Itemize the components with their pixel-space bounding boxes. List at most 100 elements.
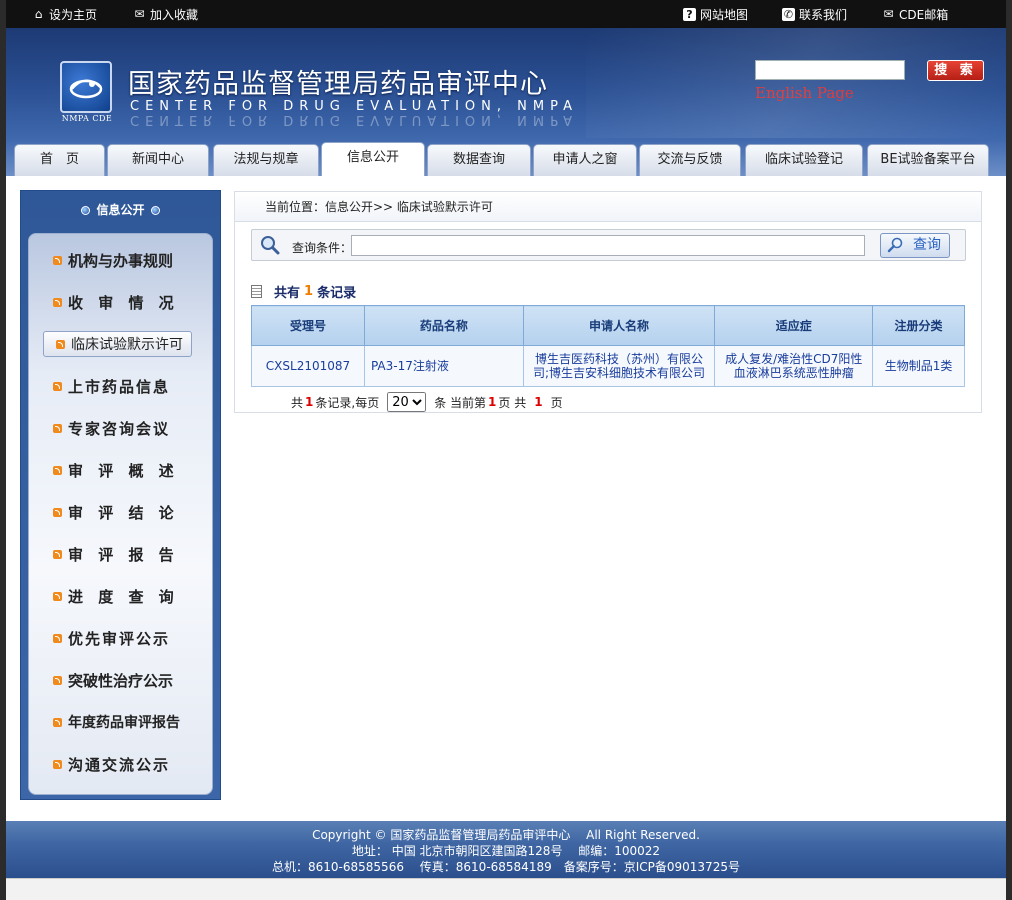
- tab-clinical-trial-registration[interactable]: 临床试验登记: [745, 144, 863, 176]
- bullet-icon: [150, 206, 160, 215]
- document-icon: [251, 285, 262, 298]
- column-header[interactable]: 适应症: [714, 305, 874, 346]
- tab-info-disclosure[interactable]: 信息公开: [321, 142, 425, 176]
- tab-feedback[interactable]: 交流与反馈: [639, 144, 741, 176]
- sidebar-item-label: 上市药品信息: [68, 377, 171, 396]
- mail-icon: ✉: [883, 7, 894, 21]
- rss-icon: [53, 507, 62, 517]
- sidebar-item-communication[interactable]: 沟通交流公示: [29, 750, 214, 778]
- sitemap-label: 网站地图: [700, 8, 749, 22]
- sidebar-item-expert-meetings[interactable]: 专家咨询会议: [29, 414, 214, 442]
- page: ⌂ 设为主页 ✉ 加入收藏 ? 网站地图 ✆ 联系我们 ✉ CDE邮箱 NMPA…: [6, 0, 1006, 900]
- sidebar-item-annual-report[interactable]: 年度药品审评报告: [29, 708, 214, 736]
- page-size-select[interactable]: 20: [387, 392, 427, 412]
- site-search-button[interactable]: 搜 索: [927, 60, 984, 81]
- home-icon: ⌂: [34, 7, 43, 21]
- footer: Copyright © 国家药品监督管理局药品审评中心 All Right Re…: [6, 821, 1006, 878]
- sidebar-item-breakthrough-therapy[interactable]: 突破性治疗公示: [29, 666, 214, 694]
- query-bar: 查询条件： 查询: [251, 229, 966, 261]
- tab-home[interactable]: 首 页: [14, 144, 105, 176]
- sidebar-heading-label: 信息公开: [96, 203, 145, 217]
- column-header[interactable]: 注册分类: [872, 305, 965, 346]
- sidebar-item-marketed-drugs[interactable]: 上市药品信息: [29, 372, 214, 400]
- sidebar-item-acceptance-status[interactable]: 收 审 情 况: [29, 288, 214, 316]
- sidebar-item-label-wrap: 临床试验默示许可: [43, 331, 192, 357]
- sidebar-item-label: 机构与办事规则: [68, 251, 174, 270]
- acceptance-number-cell[interactable]: CXSL2101087: [251, 345, 365, 387]
- breadcrumb: 当前位置：信息公开>> 临床试验默示许可: [235, 192, 981, 222]
- phone-icon: ✆: [782, 8, 795, 21]
- contact-link[interactable]: ✆ 联系我们: [782, 6, 847, 23]
- drug-name-cell: PA3-17注射液: [363, 345, 524, 387]
- sidebar-item-progress-query[interactable]: 进 度 查 询: [29, 582, 214, 610]
- rss-icon: [56, 339, 65, 349]
- rss-icon: [53, 549, 62, 559]
- sidebar-item-review-report[interactable]: 审 评 报 告: [29, 540, 214, 568]
- applicant-name-cell: 博生吉医药科技（苏州）有限公司;博生吉安科细胞技术有限公司: [522, 345, 716, 387]
- sidebar-item-institution-rules[interactable]: 机构与办事规则: [29, 246, 214, 274]
- pagination: 共 1 条记录,每页 20 条 当前第 1 页 共 1 页: [291, 392, 563, 412]
- query-button[interactable]: 查询: [880, 233, 950, 258]
- tab-news[interactable]: 新闻中心: [107, 144, 209, 176]
- sidebar-item-label: 审 评 结 论: [68, 503, 179, 522]
- rss-icon: [53, 423, 62, 433]
- query-input[interactable]: [351, 235, 865, 256]
- table-row[interactable]: CXSL2101087 PA3-17注射液 博生吉医药科技（苏州）有限公司;博生…: [251, 345, 965, 387]
- set-home-link[interactable]: ⌂ 设为主页: [32, 6, 97, 23]
- results-table: 受理号 药品名称 申请人名称 适应症 注册分类 CXSL2101087 PA3-…: [251, 305, 965, 387]
- help-icon: ?: [683, 8, 696, 21]
- record-summary: 共有 1 条记录: [251, 282, 356, 301]
- sidebar-item-label: 沟通交流公示: [68, 755, 171, 774]
- rss-icon: [53, 717, 62, 727]
- add-favorite-link[interactable]: ✉ 加入收藏: [133, 6, 198, 23]
- sidebar-item-review-conclusion[interactable]: 审 评 结 论: [29, 498, 214, 526]
- sidebar-item-review-overview[interactable]: 审 评 概 述: [29, 456, 214, 484]
- tab-be-trial-platform[interactable]: BE试验备案平台: [867, 144, 989, 176]
- column-header[interactable]: 申请人名称: [522, 305, 716, 346]
- cde-mail-link[interactable]: ✉ CDE邮箱: [882, 6, 948, 23]
- sidebar: 信息公开 机构与办事规则 收 审 情 况 临床试验默示许可 上市药品信息 专家咨…: [20, 190, 221, 800]
- rss-icon: [53, 297, 62, 307]
- tab-data-query[interactable]: 数据查询: [427, 144, 531, 176]
- sidebar-menu: 机构与办事规则 收 审 情 况 临床试验默示许可 上市药品信息 专家咨询会议 审…: [28, 233, 213, 795]
- pager-total-pages: 1: [534, 395, 543, 409]
- contact-label: 联系我们: [799, 8, 848, 22]
- sidebar-item-clinical-trial-implied-approval[interactable]: 临床试验默示许可: [43, 330, 228, 358]
- column-header[interactable]: 受理号: [251, 305, 365, 346]
- rss-icon: [53, 591, 62, 601]
- indication-cell: 成人复发/难治性CD7阳性血液淋巴系统恶性肿瘤: [714, 345, 874, 387]
- pager-text: 页: [550, 395, 563, 410]
- sidebar-item-label: 年度药品审评报告: [68, 715, 180, 731]
- pager-text: 条 当前第: [434, 395, 487, 410]
- sidebar-heading: 信息公开: [21, 201, 220, 218]
- main-nav: 首 页 新闻中心 法规与规章 信息公开 数据查询 申请人之窗 交流与反馈 临床试…: [6, 142, 1006, 176]
- rss-icon: [53, 255, 62, 265]
- pager-total-records: 1: [305, 395, 314, 409]
- rss-icon: [53, 381, 62, 391]
- rss-icon: [53, 633, 62, 643]
- nmpa-logo[interactable]: [60, 61, 112, 113]
- site-title: 国家药品监督管理局药品审评中心: [128, 69, 548, 100]
- pager-text: 页 共: [498, 395, 527, 410]
- rss-icon: [53, 465, 62, 475]
- search-icon: [261, 236, 280, 255]
- sidebar-item-priority-review[interactable]: 优先审评公示: [29, 624, 214, 652]
- tab-regulations[interactable]: 法规与规章: [213, 144, 319, 176]
- column-header[interactable]: 药品名称: [363, 305, 524, 346]
- pager-text: 共: [291, 395, 304, 410]
- table-header-row: 受理号 药品名称 申请人名称 适应症 注册分类: [251, 305, 965, 346]
- rss-icon: [53, 759, 62, 769]
- sidebar-item-label: 优先审评公示: [68, 629, 171, 648]
- summary-suffix: 条记录: [317, 286, 357, 301]
- sitemap-link[interactable]: ? 网站地图: [683, 6, 748, 23]
- english-page-link[interactable]: English Page: [755, 84, 854, 102]
- cde-mail-label: CDE邮箱: [899, 8, 949, 22]
- registration-class-cell: 生物制品1类: [872, 345, 965, 387]
- site-search-input[interactable]: [755, 60, 905, 80]
- sidebar-item-label: 临床试验默示许可: [71, 337, 183, 353]
- main-content: 当前位置：信息公开>> 临床试验默示许可 查询条件： 查询 共有 1 条记录 受…: [234, 191, 982, 413]
- query-label: 查询条件：: [292, 241, 353, 255]
- tab-applicant-window[interactable]: 申请人之窗: [533, 144, 637, 176]
- pager-current-page: 1: [488, 395, 497, 409]
- logo-emblem-icon: [69, 79, 103, 99]
